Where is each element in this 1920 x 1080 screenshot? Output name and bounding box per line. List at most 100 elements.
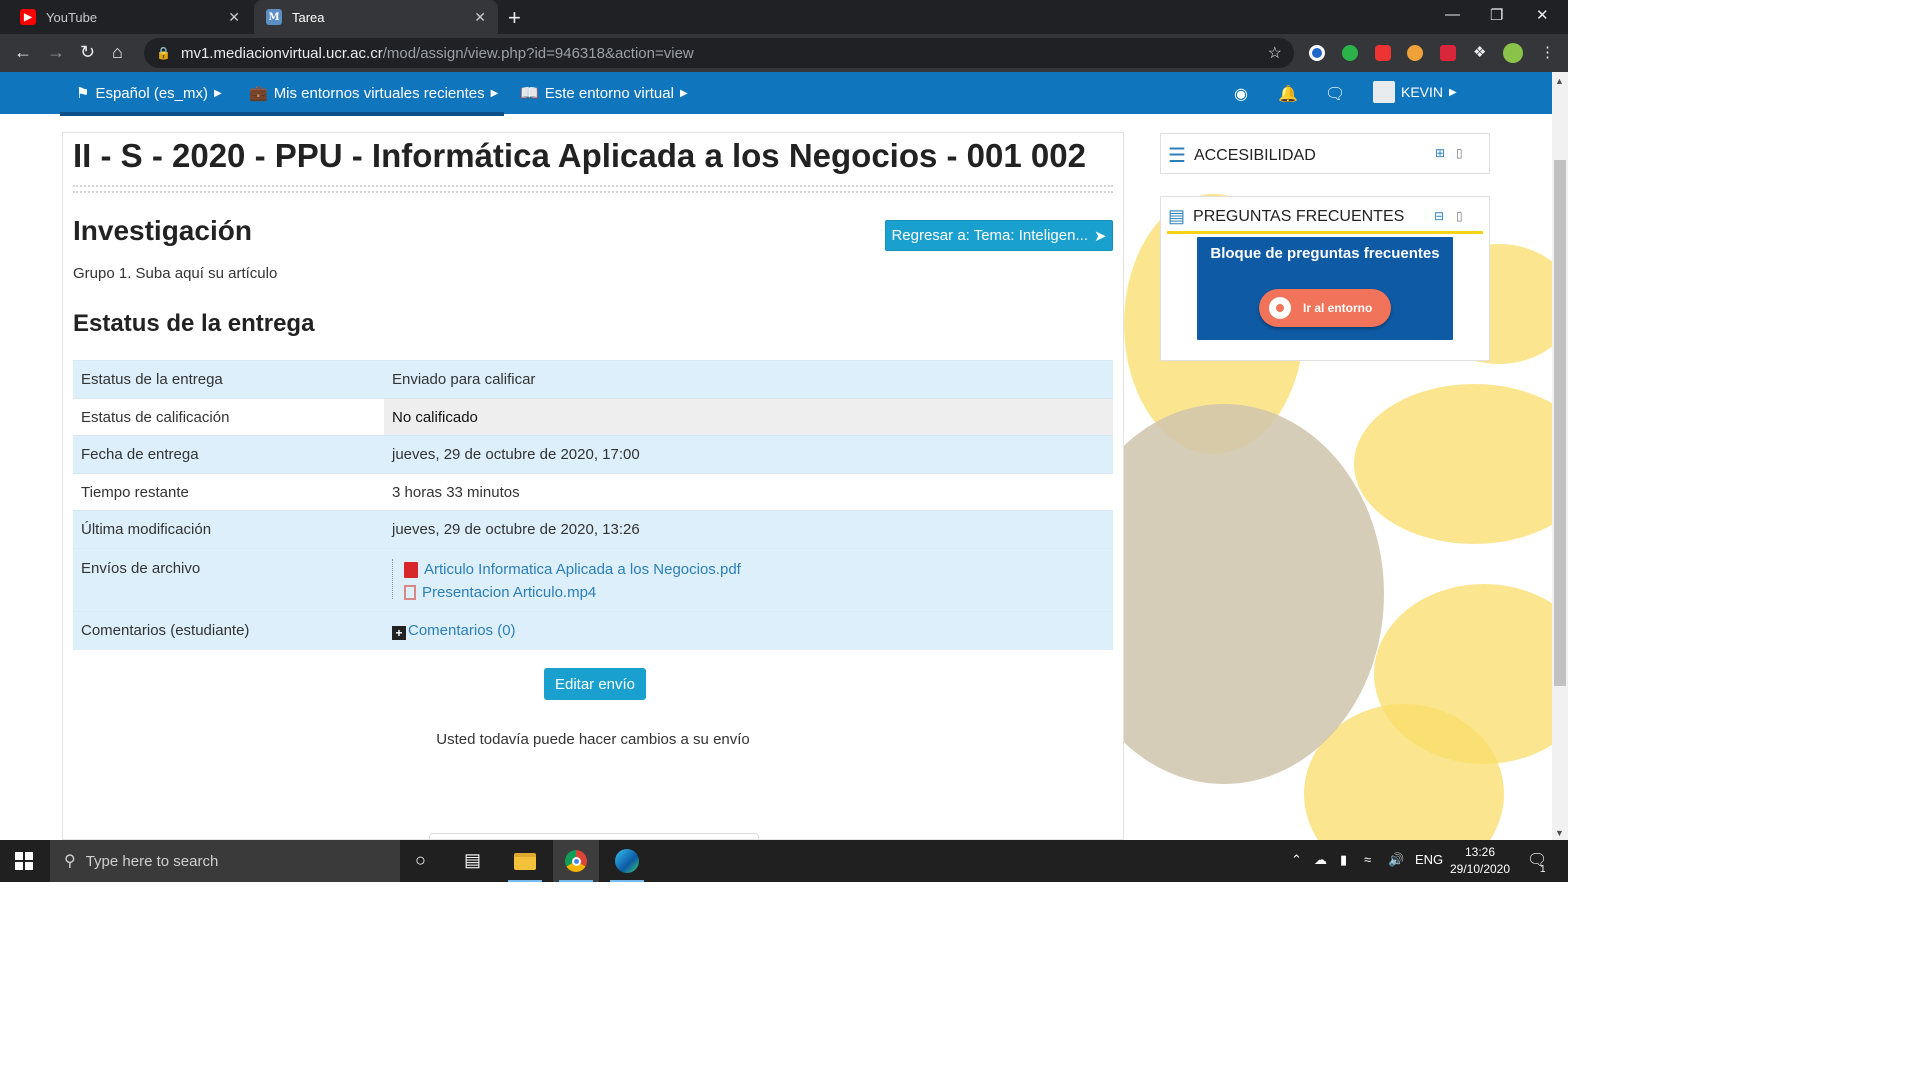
this-course-menu[interactable]: 📖 Este entorno virtual ▶ bbox=[520, 84, 688, 103]
bell-icon[interactable]: 🔔 bbox=[1278, 84, 1298, 104]
file-link-pdf[interactable]: Articulo Informatica Aplicada a los Nego… bbox=[404, 561, 1105, 578]
minimize-window-icon[interactable]: — bbox=[1445, 6, 1460, 23]
scrollbar-thumb[interactable] bbox=[1554, 160, 1566, 686]
avatar bbox=[1373, 81, 1395, 103]
row-value: jueves, 29 de octubre de 2020, 13:26 bbox=[392, 521, 640, 538]
recent-courses-menu[interactable]: 💼 Mis entornos virtuales recientes ▶ bbox=[249, 84, 498, 103]
row-value: 3 horas 33 minutos bbox=[392, 483, 520, 501]
sign-in-icon: ➤ bbox=[1093, 227, 1107, 245]
row-value: No calificado bbox=[384, 398, 1113, 436]
volume-icon[interactable]: 🔊 bbox=[1388, 852, 1404, 868]
table-row: Última modificación jueves, 29 de octubr… bbox=[73, 510, 1113, 549]
back-arrow-icon[interactable]: ← bbox=[14, 42, 32, 63]
comments-cell: + Comentarios (0) bbox=[384, 612, 1113, 650]
row-label: Fecha de entrega bbox=[81, 446, 199, 463]
lock-icon[interactable]: 🔒 bbox=[156, 46, 171, 60]
chrome-app[interactable] bbox=[553, 840, 599, 882]
user-menu[interactable]: KEVIN ▶ bbox=[1373, 81, 1457, 103]
target-icon[interactable]: ◉ bbox=[1234, 84, 1248, 104]
main-region: II - S - 2020 - PPU - Informática Aplica… bbox=[62, 132, 1124, 845]
language-menu[interactable]: ⚑ Español (es_mx) ▶ bbox=[76, 84, 222, 103]
table-row: Estatus de la entrega Enviado para calif… bbox=[73, 360, 1113, 399]
file-explorer-app[interactable] bbox=[502, 840, 548, 882]
list-icon: ▤ bbox=[1168, 206, 1186, 226]
input-language[interactable]: ENG bbox=[1415, 852, 1443, 867]
file-name: Presentacion Articulo.mp4 bbox=[422, 584, 597, 601]
clock-date: 29/10/2020 bbox=[1449, 862, 1511, 876]
address-bar[interactable]: 🔒 mv1.mediacionvirtual.ucr.ac.cr/mod/ass… bbox=[144, 38, 1294, 68]
assignment-intro: Grupo 1. Suba aquí su artículo bbox=[73, 265, 278, 282]
extension-icon[interactable] bbox=[1342, 45, 1358, 61]
back-to-topic-button[interactable]: Regresar a: Tema: Inteligen... ➤ bbox=[885, 220, 1113, 251]
row-label: Envíos de archivo bbox=[81, 560, 201, 577]
browser-menu-icon[interactable]: ⋮ bbox=[1540, 43, 1556, 61]
faq-block: ▤ PREGUNTAS FRECUENTES ⊟ ▯ Bloque de pre… bbox=[1160, 196, 1490, 361]
forward-arrow-icon[interactable]: → bbox=[47, 42, 65, 63]
pdf-file-icon bbox=[404, 561, 418, 578]
collapse-block-icon[interactable]: ⊟ bbox=[1434, 209, 1444, 223]
video-file-icon bbox=[404, 585, 416, 600]
table-row: Envíos de archivo Articulo Informatica A… bbox=[73, 548, 1113, 612]
go-to-course-button[interactable]: Ir al entorno bbox=[1259, 289, 1391, 327]
block-header: ▤ PREGUNTAS FRECUENTES bbox=[1168, 206, 1404, 227]
tab-tarea[interactable]: M Tarea ✕ bbox=[254, 0, 498, 34]
tab-youtube[interactable]: ▶ YouTube ✕ bbox=[8, 0, 252, 34]
windows-start-icon[interactable] bbox=[15, 852, 33, 870]
can-edit-note: Usted todavía puede hacer cambios a su e… bbox=[436, 731, 750, 748]
file-link-mp4[interactable]: Presentacion Articulo.mp4 bbox=[404, 584, 1105, 601]
user-name: KEVIN bbox=[1401, 84, 1444, 100]
profile-avatar-icon[interactable] bbox=[1503, 43, 1523, 63]
extension-icon[interactable] bbox=[1309, 45, 1325, 61]
edge-app[interactable] bbox=[604, 840, 650, 882]
extension-icon[interactable] bbox=[1375, 45, 1391, 61]
close-tab-icon[interactable]: ✕ bbox=[474, 9, 486, 26]
taskbar-search-box[interactable]: ⚲ Type here to search bbox=[50, 840, 400, 882]
scroll-up-icon[interactable]: ▲ bbox=[1555, 76, 1564, 86]
expand-block-icon[interactable]: ⊞ bbox=[1435, 146, 1445, 160]
comments-link[interactable]: Comentarios (0) bbox=[408, 622, 516, 639]
tab-title: Tarea bbox=[292, 9, 325, 25]
caret-right-icon: ▶ bbox=[214, 87, 222, 99]
dock-block-icon[interactable]: ▯ bbox=[1456, 209, 1463, 223]
block-title: ACCESIBILIDAD bbox=[1193, 146, 1316, 164]
row-value: Enviado para calificar bbox=[392, 371, 536, 388]
chat-bubble-icon[interactable]: 🗨 bbox=[1325, 84, 1345, 104]
expand-plus-icon[interactable]: + bbox=[392, 625, 406, 640]
reload-icon[interactable]: ↻ bbox=[80, 42, 95, 63]
home-icon[interactable]: ⌂ bbox=[112, 42, 123, 63]
divider bbox=[73, 185, 1113, 193]
windows-taskbar: ⚲ Type here to search ○ ▤ ⌃ ☁ ▮ ≈ 🔊 ENG … bbox=[0, 840, 1568, 882]
extensions-puzzle-icon[interactable]: ❖ bbox=[1473, 43, 1489, 61]
extension-icon[interactable] bbox=[1440, 45, 1456, 61]
tab-title: YouTube bbox=[46, 9, 98, 25]
battery-icon[interactable]: ▮ bbox=[1340, 852, 1347, 868]
extension-icon[interactable] bbox=[1407, 45, 1423, 61]
cortana-circle-icon[interactable]: ○ bbox=[415, 850, 426, 871]
faq-banner-text: Bloque de preguntas frecuentes bbox=[1210, 245, 1440, 262]
block-header: ☰ ACCESIBILIDAD bbox=[1168, 143, 1316, 168]
restore-window-icon[interactable]: ❐ bbox=[1490, 6, 1503, 24]
wifi-icon[interactable]: ≈ bbox=[1364, 852, 1371, 867]
edit-submission-button[interactable]: Editar envío bbox=[544, 668, 646, 700]
close-tab-icon[interactable]: ✕ bbox=[228, 9, 240, 26]
divider bbox=[1167, 231, 1483, 234]
task-view-icon[interactable]: ▤ bbox=[464, 850, 481, 871]
close-window-icon[interactable]: ✕ bbox=[1536, 6, 1549, 24]
table-row: Comentarios (estudiante) + Comentarios (0… bbox=[73, 611, 1113, 650]
row-label: Estatus de la entrega bbox=[81, 371, 223, 388]
moodle-m-icon: M bbox=[266, 9, 282, 25]
tree-connector bbox=[392, 559, 393, 599]
dock-block-icon[interactable]: ▯ bbox=[1456, 146, 1463, 160]
row-label: Tiempo restante bbox=[81, 483, 189, 501]
section-title: Estatus de la entrega bbox=[73, 310, 315, 337]
taskbar-clock[interactable]: 13:26 29/10/2020 bbox=[1446, 844, 1514, 878]
faq-banner[interactable]: Bloque de preguntas frecuentes Ir al ent… bbox=[1197, 237, 1453, 340]
scroll-down-icon[interactable]: ▼ bbox=[1555, 828, 1564, 838]
bookmark-star-icon[interactable]: ☆ bbox=[1268, 43, 1282, 63]
new-tab-plus-icon[interactable]: + bbox=[508, 5, 521, 31]
tray-chevron-icon[interactable]: ⌃ bbox=[1291, 852, 1302, 868]
onedrive-cloud-icon[interactable]: ☁ bbox=[1314, 852, 1327, 868]
browser-tab-strip: ▶ YouTube ✕ M Tarea ✕ + — ❐ ✕ bbox=[0, 0, 1568, 34]
file-name: Articulo Informatica Aplicada a los Nego… bbox=[424, 561, 741, 578]
accessibility-block: ☰ ACCESIBILIDAD ⊞ ▯ bbox=[1160, 133, 1490, 174]
